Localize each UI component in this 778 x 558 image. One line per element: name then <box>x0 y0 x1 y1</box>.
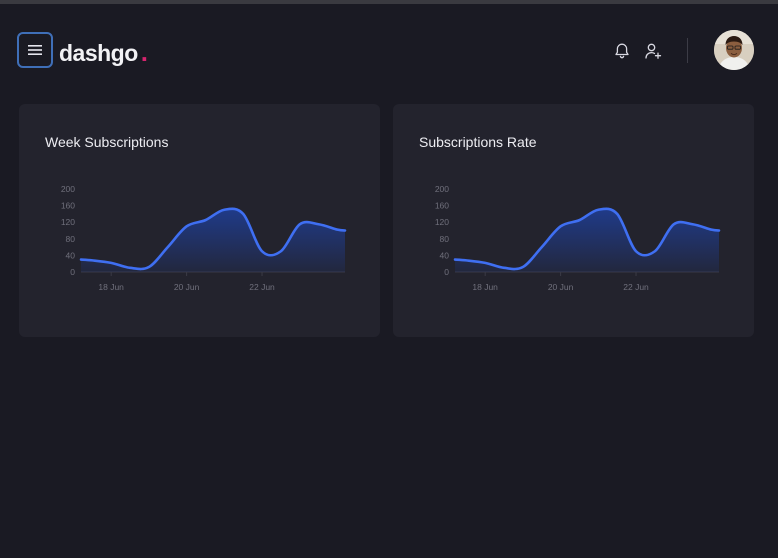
week-subscriptions-chart: 0 40 80 120 160 200 18 Jun 20 Jun 22 Jun <box>61 184 347 292</box>
subscriptions-rate-chart: 0 40 80 120 160 200 18 Jun 20 Jun 22 Jun <box>435 184 721 292</box>
user-avatar[interactable] <box>714 30 754 70</box>
y-tick-label: 120 <box>61 217 75 227</box>
x-tick-label: 18 Jun <box>472 282 498 292</box>
y-tick-label: 160 <box>61 201 75 211</box>
header-divider <box>687 38 688 63</box>
y-tick-label: 40 <box>66 250 76 260</box>
bell-icon[interactable] <box>612 41 632 61</box>
y-tick-label: 160 <box>435 201 449 211</box>
header: dashgo . <box>0 4 778 94</box>
y-tick-label: 200 <box>435 184 449 194</box>
avatar-photo <box>714 30 754 70</box>
x-tick-label: 22 Jun <box>623 282 649 292</box>
y-tick-label: 200 <box>61 184 75 194</box>
user-plus-icon[interactable] <box>643 41 663 61</box>
logo[interactable]: dashgo . <box>59 37 148 67</box>
y-tick-label: 80 <box>66 234 76 244</box>
x-tick-label: 20 Jun <box>548 282 574 292</box>
x-tick-label: 22 Jun <box>249 282 275 292</box>
y-tick-label: 0 <box>70 267 75 277</box>
week-subscriptions-card: Week Subscriptions 0 40 80 120 160 200 18 Jun 2… <box>19 104 380 337</box>
series-area <box>455 208 719 272</box>
x-tick-label: 20 Jun <box>174 282 200 292</box>
menu-button[interactable] <box>17 32 53 68</box>
logo-text: dashgo <box>59 40 138 66</box>
y-tick-label: 40 <box>440 250 450 260</box>
subscriptions-rate-card: Subscriptions Rate 0 40 80 120 160 200 18 Jun 2… <box>393 104 754 337</box>
y-tick-label: 80 <box>440 234 450 244</box>
logo-dot: . <box>140 37 149 67</box>
y-tick-label: 0 <box>444 267 449 277</box>
y-tick-label: 120 <box>435 217 449 227</box>
hamburger-icon <box>28 45 42 55</box>
series-area <box>81 208 345 272</box>
x-tick-label: 18 Jun <box>98 282 124 292</box>
